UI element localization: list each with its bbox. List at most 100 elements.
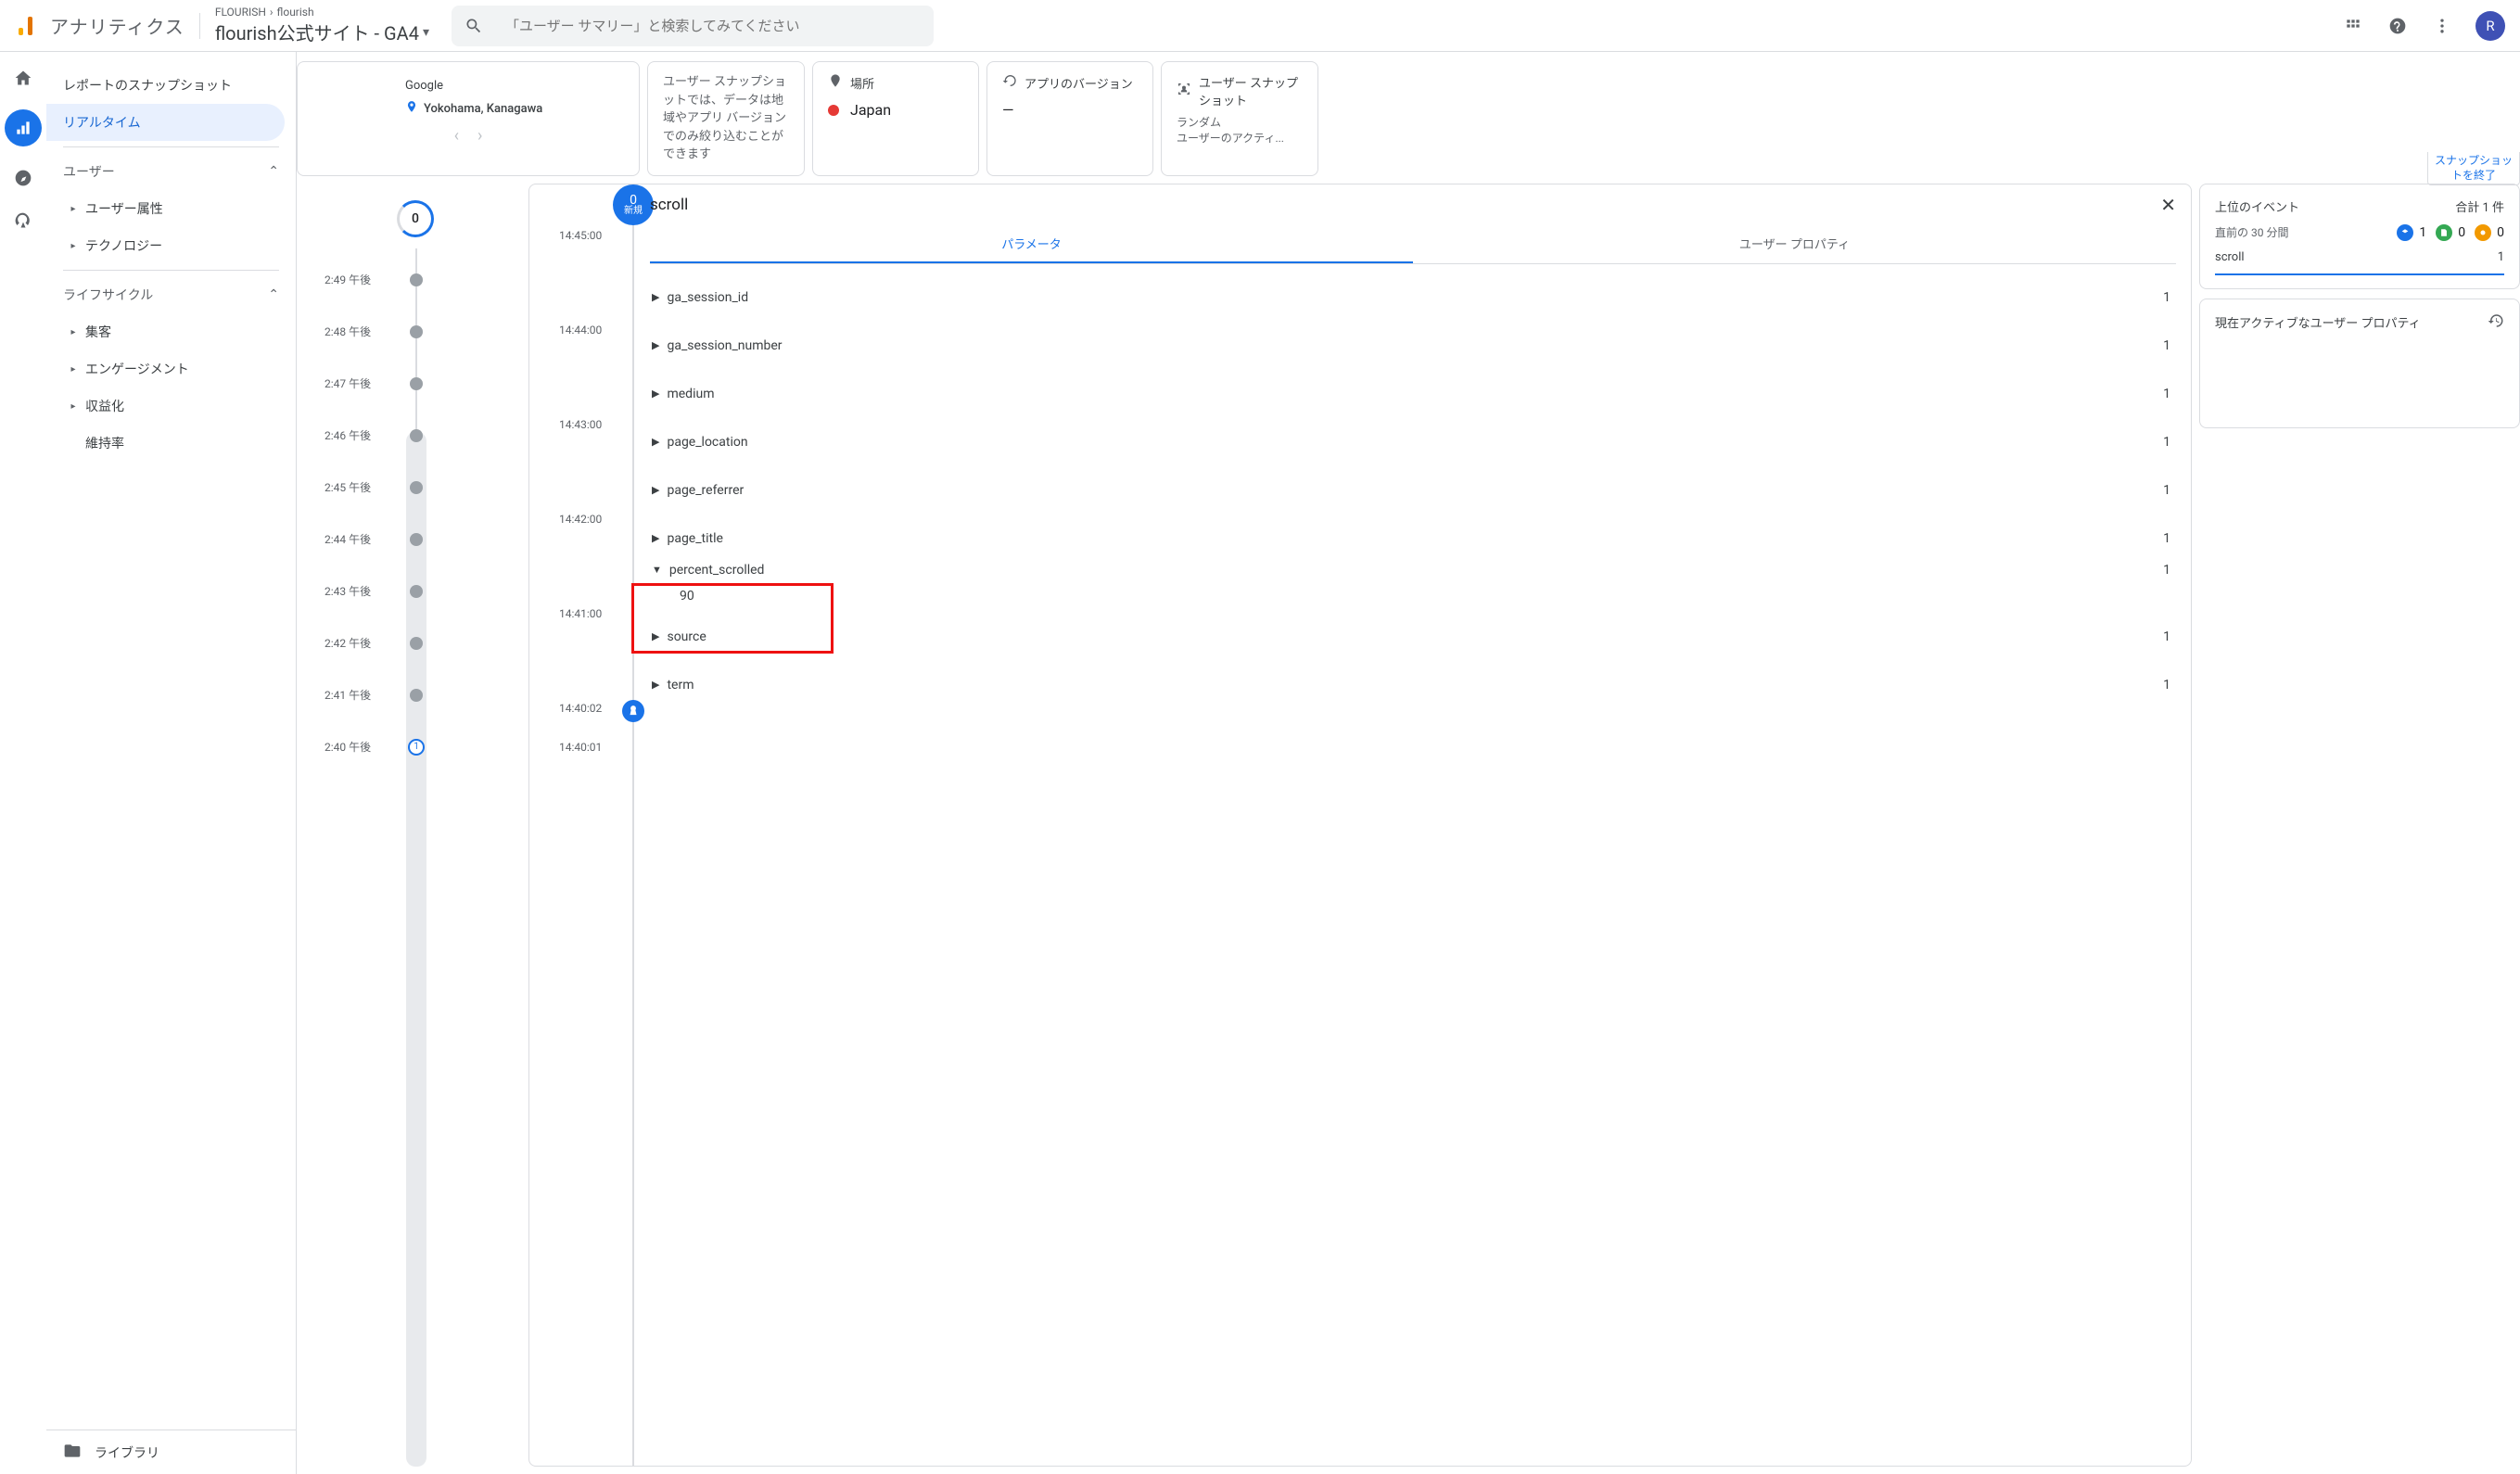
nav-technology[interactable]: ▸テクノロジー	[46, 227, 296, 264]
timeline-row[interactable]: 2:46 午後	[297, 410, 528, 462]
param-count: 1	[2163, 563, 2170, 578]
param-row[interactable]: ▶source1	[650, 613, 2176, 661]
param-row[interactable]: ▶ga_session_id1	[650, 273, 2176, 322]
explore-icon[interactable]	[12, 167, 34, 189]
timeline-row[interactable]: 2:45 午後	[297, 462, 528, 514]
timeline-time: 2:42 午後	[325, 635, 371, 651]
param-row[interactable]: ▶page_location1	[650, 418, 2176, 466]
nav-engagement[interactable]: ▸エンゲージメント	[46, 350, 296, 388]
param-row[interactable]: ▼ percent_scrolled 190	[650, 563, 2176, 613]
main-content: Google Yokohama, Kanagawa ‹ › ユーザー スナップシ…	[297, 52, 2520, 1474]
snapshot-sub1: ランダム	[1177, 114, 1303, 130]
event-parameters-panel: scroll ✕ パラメータ ユーザー プロパティ ▶ga_session_id…	[639, 184, 2191, 1466]
close-icon[interactable]: ✕	[2160, 194, 2176, 216]
tick-time: 14:42:00	[559, 513, 602, 526]
param-row[interactable]: ▶page_referrer1	[650, 466, 2176, 515]
timeline-row[interactable]: 2:48 午後	[297, 306, 528, 358]
chevron-down-icon: ▼	[652, 564, 662, 576]
nav-retention[interactable]: 維持率	[46, 425, 296, 462]
timeline-time: 2:48 午後	[325, 324, 371, 339]
timeline-dot-active: 1	[408, 739, 425, 756]
param-row[interactable]: ▶ga_session_number1	[650, 322, 2176, 370]
card-user-snapshot[interactable]: ユーザー スナップショット ランダム ユーザーのアクティ...	[1161, 61, 1318, 176]
timeline-dot	[410, 481, 423, 494]
param-count: 1	[2163, 338, 2170, 353]
prev-arrow-icon[interactable]: ‹	[454, 126, 459, 146]
divider	[199, 13, 200, 39]
more-vert-icon[interactable]	[2431, 15, 2453, 37]
chevron-right-icon: ▶	[652, 388, 659, 400]
timeline-time: 2:47 午後	[325, 375, 371, 391]
chevron-up-icon: ⌃	[268, 164, 279, 179]
tick-time: 14:40:02	[559, 702, 602, 715]
caret-icon: ▸	[70, 206, 76, 211]
tick-time: 14:43:00	[559, 418, 602, 431]
event-title: scroll	[650, 196, 688, 214]
param-name: page_title	[667, 531, 722, 546]
nav-library[interactable]: ライブラリ	[46, 1430, 296, 1474]
property-title: flourish公式サイト - GA4	[215, 19, 419, 45]
timeline-time: 2:44 午後	[325, 531, 371, 547]
timeline-row[interactable]: 2:44 午後	[297, 514, 528, 565]
timeline-row[interactable]: 2:47 午後	[297, 358, 528, 410]
timeline-row[interactable]: 2:49 午後	[297, 254, 528, 306]
param-count: 1	[2163, 483, 2170, 498]
nav-user-attributes[interactable]: ▸ユーザー属性	[46, 190, 296, 227]
caret-icon: ▸	[70, 243, 76, 248]
param-count: 1	[2163, 387, 2170, 401]
reports-icon[interactable]	[5, 109, 42, 146]
exit-snapshot-button[interactable]: スナップショットを終了	[2427, 152, 2520, 185]
card-user-source: Google Yokohama, Kanagawa ‹ ›	[297, 61, 640, 176]
nav-realtime[interactable]: リアルタイム	[46, 104, 285, 141]
card-top-events: 上位のイベント 合計 1 件 直前の 30 分間 1 0 0 scroll 1	[2199, 184, 2520, 289]
home-icon[interactable]	[12, 67, 34, 89]
nav-section-lifecycle[interactable]: ライフサイクル ⌃	[46, 276, 296, 313]
tick-time: 14:44:00	[559, 324, 602, 337]
caret-icon: ▸	[70, 403, 76, 409]
timeline-time: 2:43 午後	[325, 583, 371, 599]
timeline-row[interactable]: 2:42 午後	[297, 617, 528, 669]
timeline-row[interactable]: 2:43 午後	[297, 565, 528, 617]
nav-report-snapshot[interactable]: レポートのスナップショット	[46, 67, 296, 104]
tick-time: 14:40:01	[559, 741, 602, 754]
caret-icon: ▸	[70, 329, 76, 335]
chevron-up-icon: ⌃	[268, 287, 279, 302]
timeline-row[interactable]: 2:40 午後1	[297, 721, 528, 773]
timeline-dot	[410, 637, 423, 650]
apps-icon[interactable]	[2342, 15, 2364, 37]
chevron-down-icon[interactable]: ▾	[423, 25, 429, 40]
japan-flag-icon	[828, 105, 839, 116]
history-icon	[1002, 73, 1017, 92]
advertising-icon[interactable]	[12, 210, 34, 232]
user-location: Yokohama, Kanagawa	[424, 102, 542, 116]
tab-parameters[interactable]: パラメータ	[650, 225, 1413, 263]
event-type-orange-icon	[2475, 224, 2491, 241]
param-name: term	[667, 678, 694, 693]
search-bar[interactable]	[452, 6, 934, 46]
snapshot-sub2: ユーザーのアクティ...	[1177, 130, 1303, 146]
top-event-row[interactable]: scroll 1	[2215, 241, 2504, 275]
nav-monetization[interactable]: ▸収益化	[46, 388, 296, 425]
account-avatar[interactable]: R	[2475, 11, 2505, 41]
param-name: percent_scrolled	[669, 563, 765, 578]
help-icon[interactable]	[2386, 15, 2409, 37]
tab-user-properties[interactable]: ユーザー プロパティ	[1413, 225, 2176, 263]
chevron-right-icon: ▶	[652, 630, 659, 642]
nav-acquisition[interactable]: ▸集客	[46, 313, 296, 350]
timeline-row[interactable]: 2:41 午後	[297, 669, 528, 721]
active-props-label: 現在アクティブなユーザー プロパティ	[2215, 313, 2421, 331]
timeline-time: 2:46 午後	[325, 427, 371, 443]
param-value: 90	[652, 578, 2170, 607]
history-icon[interactable]	[2488, 312, 2504, 333]
timeline-dot	[410, 585, 423, 598]
next-arrow-icon[interactable]: ›	[477, 126, 482, 146]
top-events-label: 上位のイベント	[2215, 197, 2299, 215]
param-row[interactable]: ▶term1	[650, 661, 2176, 709]
property-selector[interactable]: FLOURISH › flourish flourish公式サイト - GA4 …	[215, 6, 429, 45]
search-input[interactable]	[505, 18, 921, 34]
nav-section-user[interactable]: ユーザー ⌃	[46, 153, 296, 190]
param-row[interactable]: ▶page_title1	[650, 515, 2176, 563]
param-row[interactable]: ▶medium1	[650, 370, 2176, 418]
timeline-dot	[410, 325, 423, 338]
event-detail-card: 0 新規 14:45:00 14:44:00 14:43:00 14:42:00…	[528, 184, 2192, 1467]
